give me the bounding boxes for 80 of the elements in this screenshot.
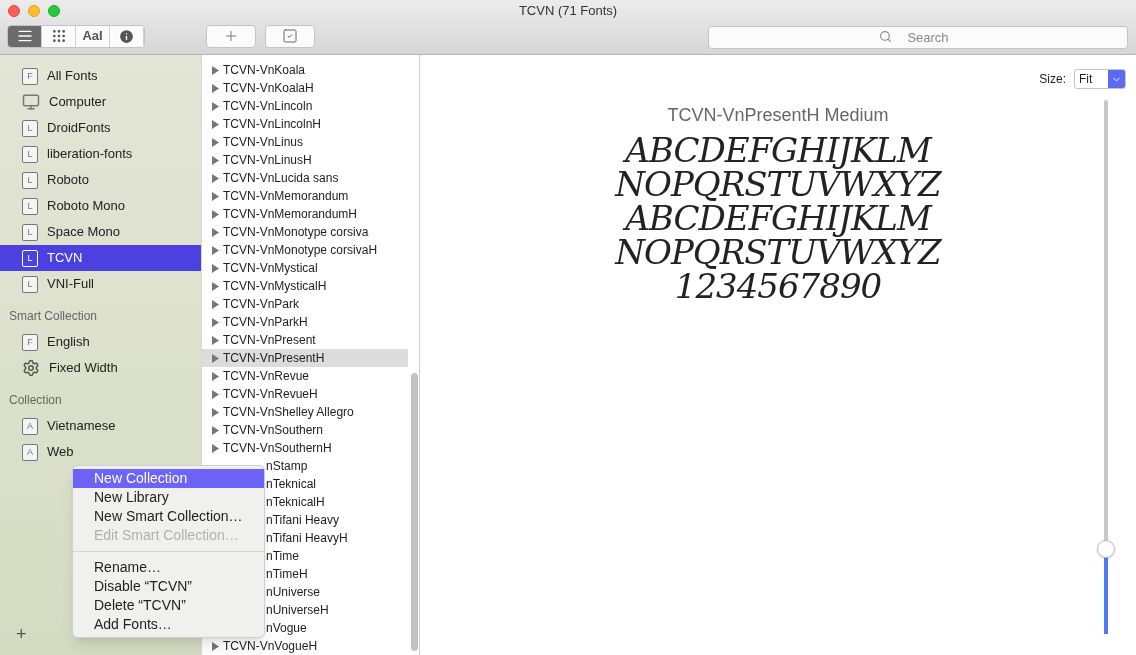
collection-icon: L: [22, 223, 38, 241]
grid-icon: [50, 28, 67, 44]
menu-item[interactable]: Rename…: [73, 558, 264, 577]
list-icon: [16, 28, 33, 44]
slider-thumb[interactable]: [1097, 539, 1115, 558]
font-row[interactable]: TCVN-VnMysticalH: [202, 277, 408, 295]
font-row[interactable]: TCVN-VnVogueH: [202, 637, 408, 655]
sidebar-item[interactable]: L liberation-fonts: [0, 141, 201, 167]
disclosure-triangle-icon[interactable]: [212, 641, 219, 651]
collection-icon: F: [22, 333, 38, 351]
info-icon: [118, 27, 135, 45]
font-row[interactable]: TCVN-VnPresent: [202, 331, 408, 349]
menu-item[interactable]: New Smart Collection…: [73, 507, 264, 526]
collection-icon: L: [22, 145, 38, 163]
sidebar-item[interactable]: L Roboto: [0, 167, 201, 193]
section-heading: Smart Collection: [8, 308, 99, 325]
font-row[interactable]: TCVN-VnMemorandum: [202, 187, 408, 205]
search-icon: [879, 29, 892, 43]
sidebar-item[interactable]: F All Fonts: [0, 63, 201, 89]
sidebar-item[interactable]: F English: [0, 329, 201, 355]
font-row[interactable]: TCVN-VnKoalaH: [202, 79, 408, 97]
collection-icon: L: [22, 275, 38, 293]
sidebar-item[interactable]: L VNI-Full: [0, 271, 201, 297]
close-button[interactable]: [8, 5, 20, 17]
sidebar-item[interactable]: L DroidFonts: [0, 115, 201, 141]
collection-icon: F: [22, 67, 38, 85]
font-row[interactable]: TCVN-VnLinusH: [202, 151, 408, 169]
collection-icon: A: [22, 443, 38, 461]
font-row[interactable]: TCVN-VnLinus: [202, 133, 408, 151]
font-row[interactable]: TCVN-VnRevue: [202, 367, 408, 385]
menu-item[interactable]: Add Fonts…: [73, 615, 264, 634]
gear-icon: [22, 359, 40, 377]
font-row[interactable]: TCVN-VnParkH: [202, 313, 408, 331]
view-mode-button[interactable]: [110, 25, 144, 47]
plus-icon: [223, 28, 239, 44]
size-label: Size:: [1039, 71, 1066, 88]
scrollbar[interactable]: [411, 373, 418, 651]
font-row[interactable]: TCVN-VnLincolnH: [202, 115, 408, 133]
collection-icon: L: [22, 249, 38, 267]
font-row[interactable]: TCVN-VnShelley Allegro: [202, 403, 408, 421]
window-title: TCVN (71 Fonts): [517, 2, 619, 21]
search-field[interactable]: Search: [708, 25, 1128, 49]
menu-item[interactable]: New Collection: [73, 469, 264, 488]
font-title: TCVN-VnPresentH Medium: [667, 104, 889, 127]
add-collection-button[interactable]: +: [16, 625, 27, 643]
font-row[interactable]: TCVN-VnPark: [202, 295, 408, 313]
sidebar-item[interactable]: Computer: [0, 89, 201, 115]
computer-icon: [22, 93, 40, 111]
zoom-button[interactable]: [48, 5, 60, 17]
font-row[interactable]: TCVN-VnLincoln: [202, 97, 408, 115]
view-mode-button[interactable]: [8, 25, 42, 47]
font-row[interactable]: TCVN-VnSouthernH: [202, 439, 408, 457]
menu-item[interactable]: New Library: [73, 488, 264, 507]
font-row[interactable]: TCVN-VnLucida sans: [202, 169, 408, 187]
menu-item[interactable]: Delete “TCVN”: [73, 596, 264, 615]
sidebar-item[interactable]: Fixed Width: [0, 355, 201, 381]
view-mode-button[interactable]: [42, 25, 76, 47]
menu-item[interactable]: Disable “TCVN”: [73, 577, 264, 596]
font-row[interactable]: TCVN-VnRevueH: [202, 385, 408, 403]
collection-icon: L: [22, 197, 38, 215]
sidebar-item[interactable]: L Space Mono: [0, 219, 201, 245]
sidebar-item[interactable]: L TCVN: [0, 245, 201, 271]
font-row[interactable]: TCVN-VnMystical: [202, 259, 408, 277]
sidebar-item[interactable]: L Roboto Mono: [0, 193, 201, 219]
size-dropdown[interactable]: Fit: [1074, 69, 1126, 89]
sidebar-item[interactable]: A Web: [0, 439, 201, 465]
font-row[interactable]: TCVN-VnPresentH: [202, 349, 408, 367]
sidebar-item[interactable]: A Vietnamese: [0, 413, 201, 439]
section-heading: Collection: [8, 392, 63, 409]
font-row[interactable]: TCVN-VnMonotype corsiva: [202, 223, 408, 241]
sample-text: 1234567890: [674, 269, 882, 303]
view-mode-button[interactable]: AaI: [76, 25, 110, 47]
collection-icon: A: [22, 417, 38, 435]
collection-icon: L: [22, 171, 38, 189]
font-row[interactable]: TCVN-VnKoala: [202, 61, 408, 79]
font-row[interactable]: TCVN-VnMemorandumH: [202, 205, 408, 223]
checkbox-icon: [282, 28, 298, 44]
collection-icon: L: [22, 119, 38, 137]
font-row[interactable]: TCVN-VnSouthern: [202, 421, 408, 439]
font-row[interactable]: TCVN-VnMonotype corsivaH: [202, 241, 408, 259]
